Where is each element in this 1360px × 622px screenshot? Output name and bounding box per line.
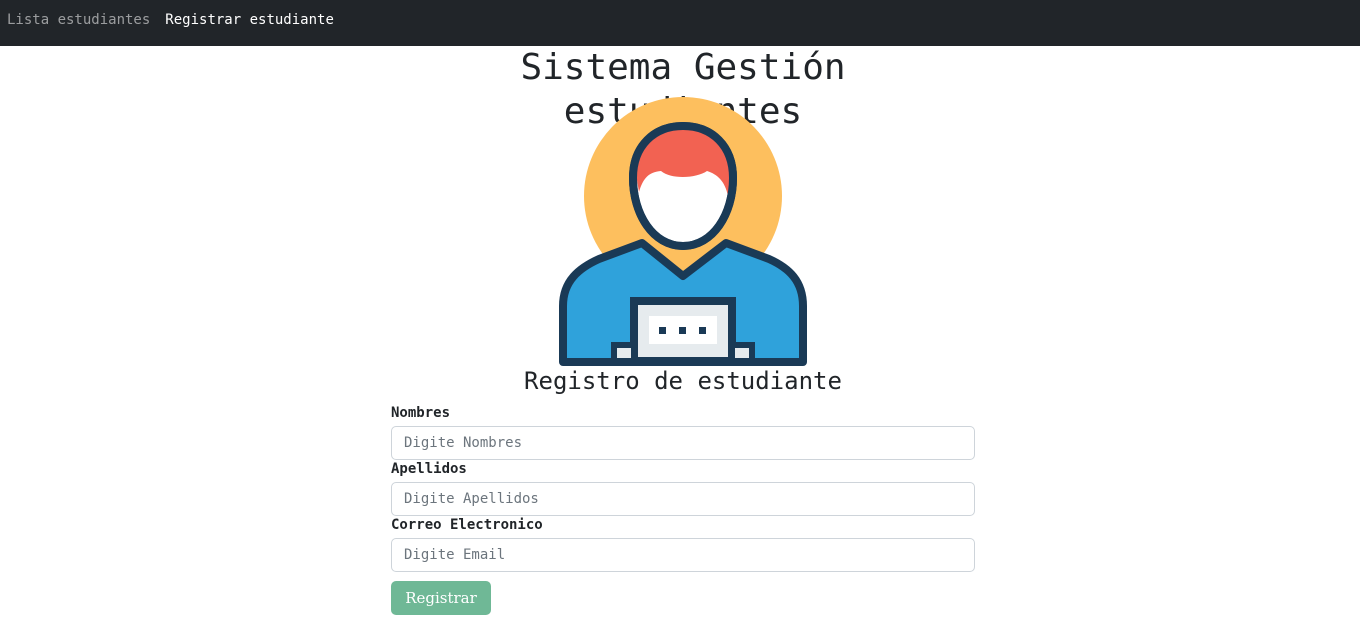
apellidos-input[interactable] [391,482,975,516]
top-navbar: Lista estudiantes Registrar estudiante [0,0,1360,46]
form-title: Registro de estudiante [524,367,842,395]
registrar-button[interactable]: Registrar [391,581,491,615]
nombres-label: Nombres [391,405,451,421]
email-input[interactable] [391,538,975,572]
student-avatar-icon [557,96,807,370]
apellidos-label: Apellidos [391,461,467,477]
nombres-input[interactable] [391,426,975,460]
nav-link-lista-estudiantes[interactable]: Lista estudiantes [7,12,150,28]
email-label: Correo Electronico [391,517,543,533]
nav-link-registrar-estudiante[interactable]: Registrar estudiante [165,12,334,28]
